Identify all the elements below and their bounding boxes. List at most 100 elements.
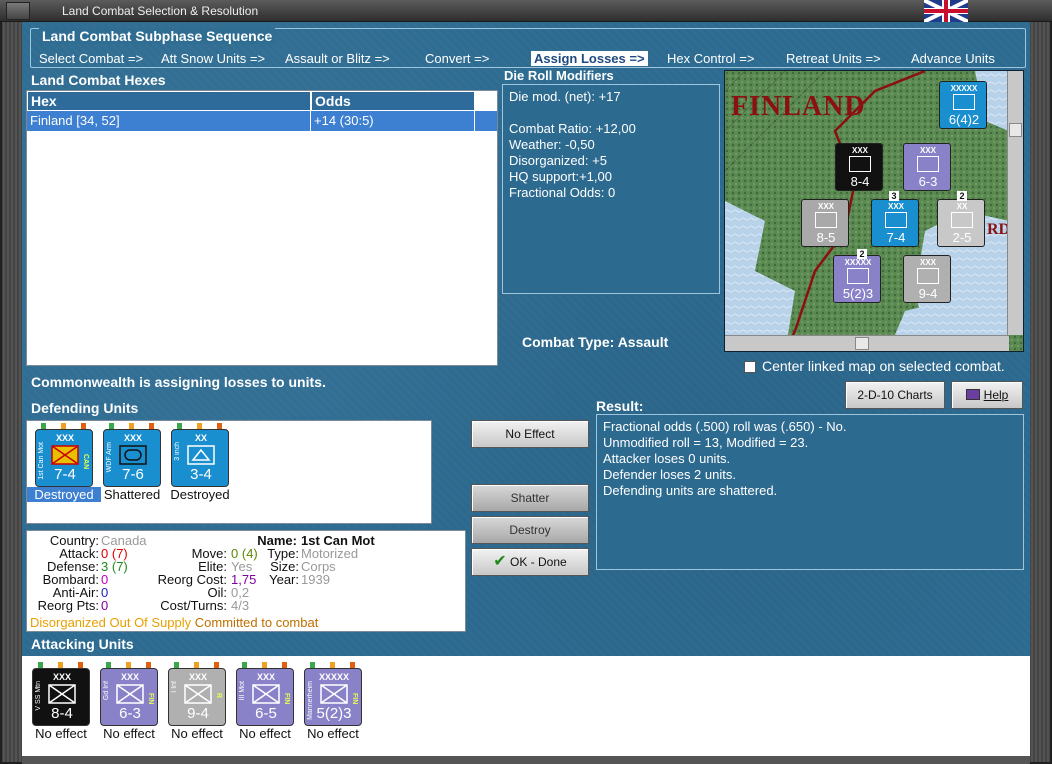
- unit-strength: 7-6: [122, 466, 144, 483]
- unit-counter-slot[interactable]: XXX WDF Arm 7-6 Shattered: [101, 423, 163, 509]
- map-unit-counter[interactable]: XX 2-5: [937, 199, 985, 247]
- map-vertical-scrollbar[interactable]: [1007, 71, 1023, 335]
- artillery-symbol-icon: [187, 445, 215, 465]
- map-unit-strength: 8-5: [816, 230, 836, 245]
- infantry-symbol-icon: [815, 212, 837, 228]
- map-unit-counter[interactable]: XXX 9-4: [903, 255, 951, 303]
- subphase-step: Select Combat =>: [39, 51, 144, 66]
- map-unit-size: XXX: [817, 202, 834, 211]
- defending-units-panel: XXX 1st Can Mot CAN 7-4 Destroyed XXX WDF Arm 7…: [26, 420, 432, 524]
- odds-cell: +14 (30:5): [311, 111, 475, 131]
- unit-counter[interactable]: XX 3 inch 3-4: [171, 429, 229, 487]
- reorg-pts-value: 0: [101, 598, 109, 613]
- infantry-symbol-icon: [116, 684, 144, 704]
- reorg-pts-label: Reorg Pts:: [37, 598, 99, 613]
- unit-counter-slot[interactable]: XXX Gd Inf FIN 6-3 No effect: [98, 662, 160, 748]
- unit-counter-slot[interactable]: XX 3 inch 3-4 Destroyed: [169, 423, 231, 509]
- infantry-symbol-icon: [847, 268, 869, 284]
- shatter-button[interactable]: Shatter: [471, 484, 589, 512]
- unit-symbol: [48, 684, 76, 707]
- result-line: Defending units are shattered.: [603, 483, 778, 498]
- unit-nationality: FIN: [283, 693, 290, 705]
- table-row[interactable]: Finland [34, 52] +14 (30:5): [27, 111, 497, 131]
- unit-info-panel: Country: Canada Name: 1st Can Mot Attack…: [26, 530, 466, 632]
- linked-map[interactable]: FINLAND XXXXX 6(4)2 XXX 8-4 XXX 6-3 XXX 8-5 XXX 7…: [724, 70, 1024, 352]
- unit-strength: 7-4: [54, 466, 76, 483]
- unit-counter-slot[interactable]: XXX 1st Can Mot CAN 7-4 Destroyed: [27, 423, 101, 509]
- union-jack-flag-icon: [924, 0, 968, 22]
- unit-counter[interactable]: XXX III Mot FIN 6-5: [236, 668, 294, 726]
- drm-label: Die Roll Modifiers: [504, 68, 614, 83]
- unit-counter[interactable]: XXX Gd Inf FIN 6-3: [100, 668, 158, 726]
- map-unit-counter[interactable]: XXX 6-3: [903, 143, 951, 191]
- unit-symbol: [184, 684, 212, 707]
- col-hex[interactable]: Hex: [27, 91, 311, 111]
- map-unit-counter[interactable]: XXXXX 6(4)2: [939, 81, 987, 129]
- drm-line: Combat Ratio: +12,00: [509, 121, 636, 136]
- infantry-symbol-icon: [252, 684, 280, 704]
- map-unit-strength: 7-4: [886, 230, 906, 245]
- unit-symbol: [116, 684, 144, 707]
- note-committed: Committed to combat: [194, 615, 319, 630]
- unit-strength: 3-4: [190, 466, 212, 483]
- unit-symbol: [252, 684, 280, 707]
- unit-symbol: [187, 445, 215, 468]
- map-unit-size: XXX: [919, 146, 936, 155]
- drm-line: Disorganized: +5: [509, 153, 607, 168]
- center-map-checkbox[interactable]: Center linked map on selected combat.: [744, 358, 1005, 376]
- window-title: Land Combat Selection & Resolution: [62, 4, 259, 18]
- unit-designation: Gd Inf: [103, 681, 110, 701]
- infantry-symbol-icon: [849, 156, 871, 172]
- checkbox-box[interactable]: [744, 361, 756, 373]
- unit-symbol: [51, 445, 79, 468]
- ok-done-button[interactable]: ✔ OK - Done: [471, 548, 589, 576]
- unit-counter-slot[interactable]: XXXXX Mannerheim FIN 5(2)3 No effect: [302, 662, 364, 748]
- col-odds[interactable]: Odds: [311, 91, 475, 111]
- subphase-step: Retreat Units =>: [786, 51, 881, 66]
- drm-line: [503, 105, 719, 121]
- help-button[interactable]: Help: [951, 381, 1023, 409]
- window-menu-icon[interactable]: [6, 2, 30, 20]
- map-unit-counter[interactable]: XXX 8-4: [835, 143, 883, 191]
- unit-counter[interactable]: XXX V SS Mtn 8-4: [32, 668, 90, 726]
- bottom-strip: [22, 756, 1030, 764]
- note-disorganized: Disorganized: [30, 615, 106, 630]
- map-unit-strength: 9-4: [918, 286, 938, 301]
- map-unit-size: XXX: [851, 146, 868, 155]
- drm-line: Weather: -0,50: [509, 137, 595, 152]
- no-effect-button[interactable]: No Effect: [471, 420, 589, 448]
- unit-counter[interactable]: XXX I Inf R 9-4: [168, 668, 226, 726]
- unit-designation: 3 inch: [174, 442, 181, 461]
- year-label: Year:: [269, 572, 299, 587]
- map-unit-counter[interactable]: XXX 7-4: [871, 199, 919, 247]
- map-unit-counter[interactable]: XXX 8-5: [801, 199, 849, 247]
- unit-counter-slot[interactable]: XXX I Inf R 9-4 No effect: [166, 662, 228, 748]
- drm-line: Die mod. (net): +17: [509, 89, 621, 104]
- defending-label: Defending Units: [31, 400, 139, 416]
- map-hscroll-thumb[interactable]: [855, 337, 869, 350]
- stack-count-badge: 2: [857, 249, 867, 259]
- map-unit-counter[interactable]: XXXXX 5(2)3: [833, 255, 881, 303]
- map-unit-strength: 6(4)2: [948, 112, 980, 127]
- unit-result: No effect: [239, 726, 291, 741]
- unit-counter[interactable]: XXX 1st Can Mot CAN 7-4: [35, 429, 93, 487]
- unit-counter[interactable]: XXX WDF Arm 7-6: [103, 429, 161, 487]
- subphase-header: Land Combat Subphase Sequence: [39, 28, 276, 44]
- result-box: Fractional odds (.500) roll was (.650) -…: [596, 414, 1024, 570]
- map-unit-size: XXXXX: [844, 258, 872, 267]
- unit-result: No effect: [103, 726, 155, 741]
- drm-box: Die mod. (net): +17 Combat Ratio: +12,00…: [502, 84, 720, 294]
- unit-counter-slot[interactable]: XXX III Mot FIN 6-5 No effect: [234, 662, 296, 748]
- map-unit-strength: 2-5: [952, 230, 972, 245]
- unit-counter[interactable]: XXXXX Mannerheim FIN 5(2)3: [304, 668, 362, 726]
- unit-strength: 8-4: [51, 705, 73, 722]
- destroy-button[interactable]: Destroy: [471, 516, 589, 544]
- map-vscroll-thumb[interactable]: [1009, 123, 1022, 137]
- unit-counter-slot[interactable]: XXX V SS Mtn 8-4 No effect: [30, 662, 92, 748]
- subphase-sequence: Land Combat Subphase Sequence Select Com…: [30, 28, 1026, 68]
- result-label: Result:: [596, 398, 644, 414]
- infantry-symbol-icon: [320, 684, 348, 704]
- charts-button[interactable]: 2-D-10 Charts: [845, 381, 945, 409]
- subphase-step: Assign Losses =>: [531, 51, 648, 66]
- map-horizontal-scrollbar[interactable]: [725, 335, 1009, 351]
